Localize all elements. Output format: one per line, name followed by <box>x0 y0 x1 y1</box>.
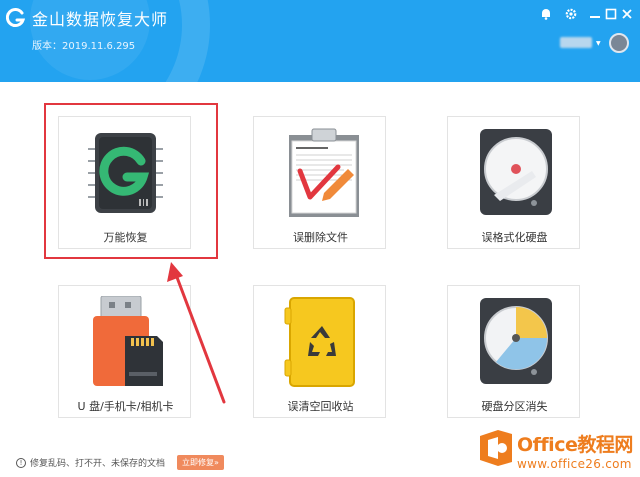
partition-disk-icon <box>480 298 552 384</box>
chevron-down-icon[interactable]: ▼ <box>596 40 601 47</box>
maximize-icon[interactable] <box>604 7 618 21</box>
office-logo-icon <box>480 430 512 466</box>
app-title: 金山数据恢复大师 <box>32 10 169 29</box>
card-usb-phone-camera-card[interactable]: U 盘/手机卡/相机卡 <box>58 285 191 418</box>
repair-now-button[interactable]: 立即修复» <box>177 455 224 470</box>
close-icon[interactable] <box>620 7 634 21</box>
recycle-bin-icon <box>284 297 355 387</box>
watermark: Office教程网 www.office26.com <box>476 426 640 477</box>
app-logo-icon <box>6 8 26 27</box>
highlight-box <box>44 103 218 259</box>
info-icon: ! <box>16 457 26 468</box>
minimize-icon[interactable] <box>588 7 602 21</box>
card-label: 误删除文件 <box>293 231 348 244</box>
card-label: 误清空回收站 <box>287 400 354 413</box>
hard-disk-icon <box>480 129 552 215</box>
gear-icon[interactable] <box>564 7 578 21</box>
avatar[interactable] <box>609 33 629 53</box>
watermark-url: www.office26.com <box>517 457 632 471</box>
app-version: 版本：2019.11.6.295 <box>32 41 136 52</box>
card-emptied-recycle-bin[interactable]: 误清空回收站 <box>253 285 386 418</box>
card-missing-partition[interactable]: 硬盘分区消失 <box>447 285 580 418</box>
card-label: 误格式化硬盘 <box>481 231 548 244</box>
usb-sdcard-icon <box>93 296 163 386</box>
card-formatted-disk[interactable]: 误格式化硬盘 <box>447 116 580 249</box>
card-label: U 盘/手机卡/相机卡 <box>77 400 174 413</box>
user-name-blurred[interactable] <box>560 37 592 48</box>
footer-text: 修复乱码、打不开、未保存的文档 <box>30 459 166 469</box>
footer-hint: ! 修复乱码、打不开、未保存的文档 立即修复» <box>16 455 224 470</box>
watermark-name: Office教程网 <box>517 434 633 456</box>
card-deleted-files[interactable]: 误删除文件 <box>253 116 386 249</box>
clipboard-icon <box>289 128 359 217</box>
card-label: 硬盘分区消失 <box>481 400 548 413</box>
bell-icon[interactable] <box>539 7 553 21</box>
title-bar: 金山数据恢复大师 版本：2019.11.6.295 ▼ <box>0 0 640 82</box>
